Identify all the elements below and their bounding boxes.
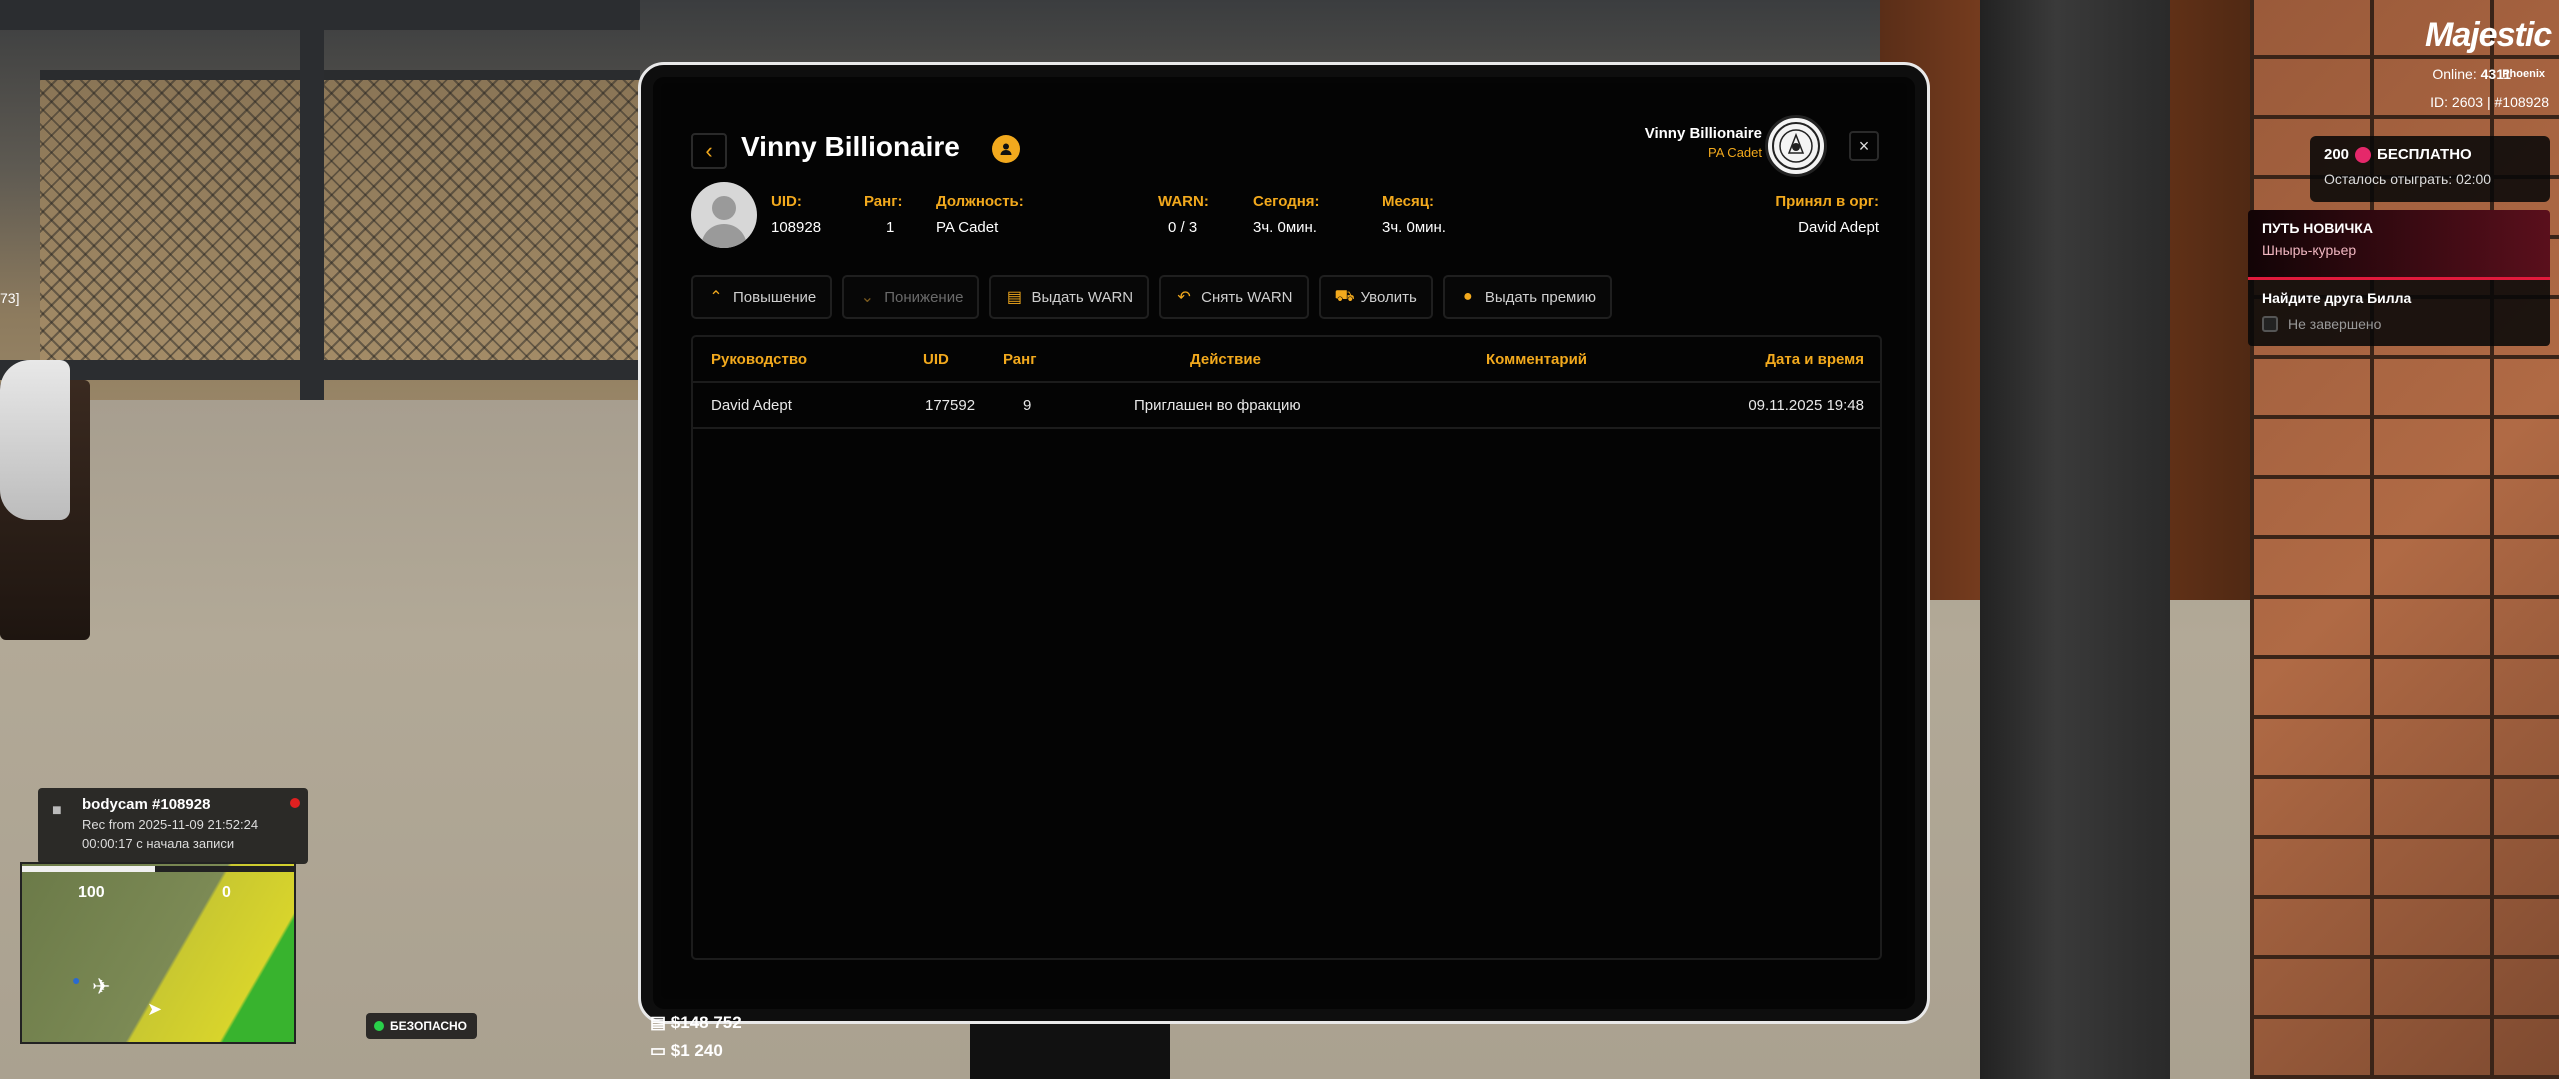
col-uid: UID — [923, 351, 949, 368]
scene-fence — [40, 70, 640, 380]
health-bar-fill — [22, 866, 155, 872]
scene-beam — [0, 360, 640, 380]
quest-task: Найдите друга Билла Не завершено — [2248, 280, 2550, 346]
uid-value: 108928 — [771, 219, 822, 236]
col-datetime: Дата и время — [1765, 351, 1864, 368]
online-counter: Online: 4311 — [2432, 66, 2511, 82]
accepted-by-value: David Adept — [1798, 219, 1879, 236]
bank-balance: ▤ $148 752 — [650, 1013, 742, 1032]
position-label: Должность: — [936, 193, 1024, 210]
server-name: Phoenix — [2502, 68, 2545, 80]
back-button[interactable]: ‹ — [691, 133, 727, 169]
col-comment: Комментарий — [1486, 351, 1588, 368]
bonus-panel: 200 БЕСПЛАТНО Осталось отыграть: 02:00 — [2310, 136, 2550, 202]
chevron-left-icon: ‹ — [705, 138, 713, 163]
today-label: Сегодня: — [1253, 193, 1320, 210]
scene-character-legs — [970, 1020, 1170, 1079]
table-row[interactable]: David Adept 177592 9 Приглашен во фракци… — [693, 383, 1880, 429]
col-action: Действие — [1190, 351, 1261, 368]
scene-beam — [300, 0, 324, 400]
bonus-remaining: Осталось отыграть: 02:00 — [2324, 171, 2492, 187]
bodycam-title: bodycam #108928 — [82, 796, 211, 813]
table-header: Руководство UID Ранг Действие Комментари… — [693, 337, 1880, 383]
recording-indicator-icon — [290, 798, 300, 808]
scene-pillar — [1980, 0, 2170, 1079]
action-bar: ⌃ Повышение ⌄ Понижение ▤ Выдать WARN ↶ … — [691, 275, 1612, 319]
header-user-rank: PA Cadet — [1708, 145, 1762, 160]
bank-icon: ▤ — [650, 1013, 671, 1032]
close-button[interactable]: × — [1849, 131, 1879, 161]
coin-icon — [2355, 146, 2372, 163]
player-arrow-icon: ➤ — [147, 999, 163, 1019]
server-logo: Majestic — [2425, 16, 2552, 54]
close-icon: × — [1858, 135, 1870, 156]
task-title: Найдите друга Билла — [2262, 290, 2412, 306]
quest-subtitle: Шныpь-курьер — [2262, 242, 2357, 258]
uid-label: UID: — [771, 193, 802, 210]
remove-warn-button[interactable]: ↶ Снять WARN — [1159, 275, 1309, 319]
side-text: 73] — [0, 290, 20, 306]
member-name-title: Vinny Billionaire — [741, 131, 960, 162]
safe-zone-badge: БЕЗОПАСНО — [366, 1013, 477, 1039]
camera-icon: ■ — [52, 802, 62, 819]
fire-user-icon: ⛟ — [1334, 288, 1355, 305]
bodycam-panel: ■ bodycam #108928 Rec from 2025-11-09 21… — [38, 788, 308, 864]
bodycam-elapsed: 00:00:17 с начала записи — [82, 836, 235, 851]
cell-leader: David Adept — [711, 397, 792, 414]
col-rank: Ранг — [1003, 351, 1037, 368]
col-leader: Руководство — [711, 351, 808, 368]
cell-action: Приглашен во фракцию — [1134, 397, 1301, 414]
minimap: 100 0 ✈ ● ➤ — [20, 862, 296, 1044]
safe-status-icon — [374, 1021, 384, 1031]
month-value: 3ч. 0мин. — [1382, 219, 1446, 236]
rank-label: Ранг: — [864, 193, 903, 210]
cell-datetime: 09.11.2025 19:48 — [1748, 397, 1864, 414]
minimap-armor: 0 — [222, 884, 231, 901]
scene-person — [0, 360, 70, 520]
month-label: Месяц: — [1382, 193, 1434, 210]
faction-seal-icon — [1765, 115, 1827, 177]
minimap-health: 100 — [78, 884, 105, 901]
warn-label: WARN: — [1158, 193, 1209, 210]
coin-icon: ● — [1462, 288, 1473, 305]
arrow-up-icon: ⌃ — [709, 289, 723, 306]
blip-icon: ● — [72, 972, 81, 988]
tablet-screen: ‹ Vinny Billionaire Vinny Billionaire PA… — [661, 83, 1907, 999]
give-warn-button[interactable]: ▤ Выдать WARN — [989, 275, 1150, 319]
cell-rank: 9 — [1023, 397, 1032, 414]
fire-button[interactable]: ⛟ Уволить — [1318, 275, 1433, 319]
quest-title: ПУТЬ НОВИЧКА — [2262, 220, 2373, 236]
rank-value: 1 — [886, 219, 895, 236]
member-badge-icon — [992, 135, 1020, 163]
cell-uid: 177592 — [925, 397, 976, 414]
bodycam-rec-start: Rec from 2025-11-09 21:52:24 — [82, 817, 259, 832]
today-value: 3ч. 0мин. — [1253, 219, 1317, 236]
header-user-name: Vinny Billionaire — [1644, 125, 1762, 142]
task-checkbox — [2262, 316, 2278, 332]
demote-button[interactable]: ⌄ Понижение — [842, 275, 980, 319]
promote-button[interactable]: ⌃ Повышение — [691, 275, 833, 319]
undo-icon: ↶ — [1177, 289, 1191, 306]
task-status: Не завершено — [2288, 316, 2382, 332]
cash-balance: ▭ $1 240 — [650, 1041, 723, 1060]
position-value: PA Cadet — [936, 219, 999, 236]
plane-icon: ✈ — [92, 974, 111, 999]
quest-panel: ПУТЬ НОВИЧКА Шныpь-курьер — [2248, 210, 2550, 280]
arrow-down-icon: ⌄ — [860, 289, 874, 306]
give-bonus-button[interactable]: ● Выдать премию — [1442, 275, 1612, 319]
faction-tablet: ‹ Vinny Billionaire Vinny Billionaire PA… — [638, 62, 1930, 1024]
avatar — [691, 182, 757, 248]
warn-doc-icon: ▤ — [1006, 289, 1022, 306]
accepted-by-label: Принял в орг: — [1775, 193, 1879, 210]
warn-value: 0 / 3 — [1168, 219, 1198, 236]
player-id: ID: 2603 | #108928 — [2430, 94, 2549, 110]
cash-icon: ▭ — [650, 1041, 671, 1060]
history-table: Руководство UID Ранг Действие Комментари… — [691, 335, 1882, 960]
